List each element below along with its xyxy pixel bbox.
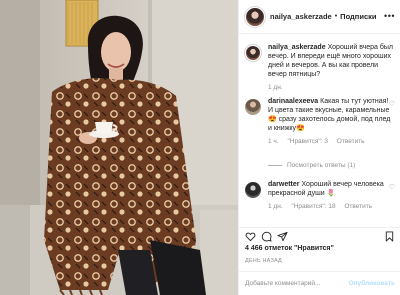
- comment-time[interactable]: 1 дн.: [268, 203, 283, 210]
- bookmark-icon[interactable]: [384, 231, 395, 242]
- comment-item: darwetter Хороший вечер человека прекрас…: [239, 180, 400, 211]
- share-icon[interactable]: [277, 231, 288, 242]
- comment-icon[interactable]: [261, 231, 272, 242]
- more-options-icon[interactable]: •••: [384, 11, 395, 21]
- comment-heart-icon[interactable]: ♡: [389, 100, 395, 108]
- post-photo-illustration: [0, 0, 238, 295]
- view-replies-label: Посмотреть ответы (1): [287, 162, 356, 169]
- comment-username[interactable]: darinaalexeeva: [268, 98, 318, 105]
- heart-icon[interactable]: [245, 231, 256, 242]
- author-avatar[interactable]: [245, 6, 265, 27]
- reply-button[interactable]: Ответить: [337, 138, 365, 145]
- publish-button[interactable]: Опубликовать: [349, 280, 395, 287]
- commenter-avatar[interactable]: [245, 182, 261, 198]
- caption: nailya_askerzade Хороший вчера был вечер…: [239, 43, 400, 92]
- caption-username[interactable]: nailya_askerzade: [268, 44, 326, 51]
- post-date[interactable]: ДЕНЬ НАЗАД: [245, 258, 282, 264]
- caption-time[interactable]: 1 дн.: [268, 84, 283, 91]
- reply-button[interactable]: Ответить: [344, 203, 372, 210]
- view-replies-button[interactable]: Посмотреть ответы (1): [268, 162, 355, 169]
- author-username[interactable]: nailya_askerzade: [270, 12, 332, 21]
- comment-time[interactable]: 1 ч.: [268, 138, 279, 145]
- caption-avatar[interactable]: [245, 45, 261, 61]
- post-photo[interactable]: [0, 0, 238, 295]
- likes-number: 4 466: [245, 245, 263, 252]
- comment-likes[interactable]: "Нравится": 3: [287, 138, 328, 145]
- action-bar: [239, 227, 400, 242]
- comment-likes[interactable]: "Нравится": 18: [291, 203, 335, 210]
- post-header: nailya_askerzade • Подписки •••: [239, 0, 400, 34]
- comment-username[interactable]: darwetter: [268, 181, 300, 188]
- comment-item: darinaalexeeva Какая ты тут уютная! И цв…: [239, 97, 400, 146]
- likes-label: отметок "Нравится": [264, 245, 334, 252]
- comment-heart-icon[interactable]: ♡: [389, 183, 395, 191]
- following-button[interactable]: Подписки: [340, 12, 376, 21]
- add-comment-bar: Добавьте комментарий... Опубликовать: [239, 271, 400, 295]
- separator-dot: •: [334, 13, 338, 20]
- replies-line: [268, 165, 282, 166]
- post-sidebar: nailya_askerzade • Подписки ••• nailya_a…: [238, 0, 400, 295]
- comment-input[interactable]: Добавьте комментарий...: [245, 280, 349, 287]
- commenter-avatar[interactable]: [245, 99, 261, 115]
- likes-count[interactable]: 4 466 отметок "Нравится": [245, 245, 334, 252]
- comments-section[interactable]: nailya_askerzade Хороший вчера был вечер…: [239, 35, 400, 227]
